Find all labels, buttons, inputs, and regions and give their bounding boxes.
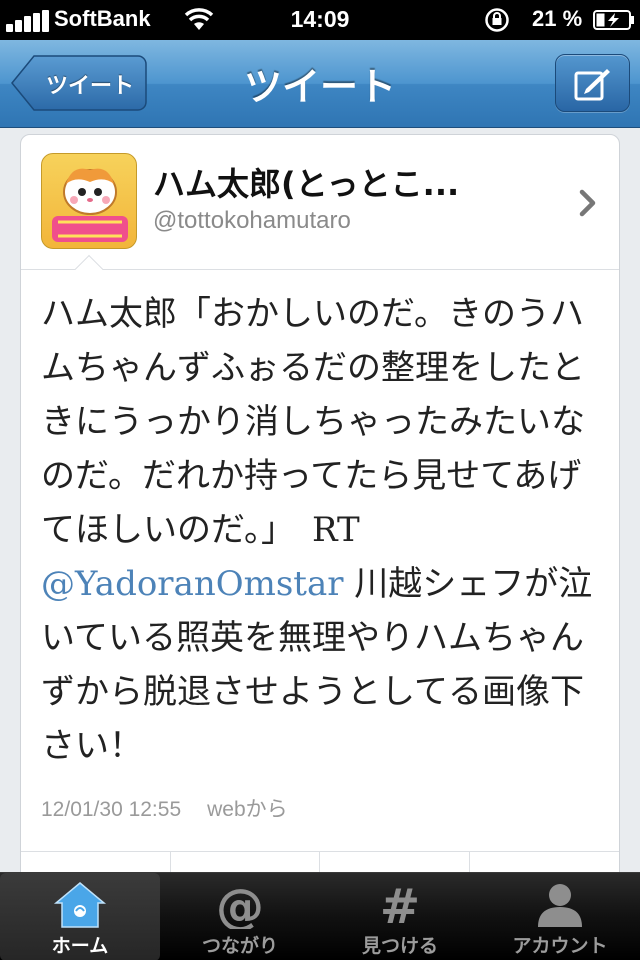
home-icon: [53, 882, 107, 928]
username[interactable]: @tottokohamutaro: [153, 207, 351, 235]
tweet-meta: 12/01/30 12:55 webから: [41, 793, 288, 823]
orientation-lock-icon: [485, 8, 509, 32]
tab-discover[interactable]: # 見つける: [320, 873, 480, 960]
tab-discover-label: 見つける: [361, 935, 438, 957]
speech-notch: [74, 254, 104, 284]
retweet-marker: RT: [311, 510, 360, 550]
tweet-card: ハム太郎(とっとこ... @tottokohamutaro ハム太郎「おかしいの…: [20, 134, 620, 896]
svg-text:@: @: [216, 881, 264, 929]
chevron-right-icon[interactable]: [577, 189, 599, 217]
hash-icon: #: [380, 881, 420, 929]
battery-percent: 21 %: [532, 6, 583, 31]
tweet-timestamp: 12/01/30 12:55: [41, 798, 182, 821]
navigation-bar: ツイート ツイート: [0, 40, 640, 128]
tweet-source[interactable]: webから: [207, 798, 288, 821]
tab-home-label: ホーム: [51, 935, 109, 957]
compose-icon: [574, 69, 610, 101]
tab-account-label: アカウント: [512, 935, 608, 957]
status-bar: SoftBank 14:09 21 %: [0, 0, 640, 40]
back-button-label: ツイート: [45, 74, 134, 99]
compose-button[interactable]: [555, 54, 630, 112]
divider: [21, 269, 619, 270]
hamtaro-avatar-image: [52, 168, 128, 242]
svg-text:#: #: [380, 881, 420, 929]
mention-link[interactable]: @YadoranOmstar: [41, 564, 343, 604]
person-icon: [538, 884, 582, 927]
tab-connect[interactable]: @ つながり: [160, 873, 320, 960]
tab-home[interactable]: ホーム: [0, 873, 160, 960]
at-icon: @: [216, 881, 264, 929]
back-button[interactable]: ツイート: [10, 54, 148, 112]
nav-title: ツイート: [243, 65, 396, 109]
display-name[interactable]: ハム太郎(とっとこ...: [153, 159, 459, 205]
tweet-text: ハム太郎「おかしいのだ。きのうハムちゃんずふぉるだの整理をしたときにうっかり消し…: [41, 287, 607, 773]
tab-bar: ホーム @ つながり # 見つける アカウント: [0, 872, 640, 960]
tab-account[interactable]: アカウント: [480, 873, 640, 960]
tab-connect-label: つながり: [201, 935, 278, 957]
avatar[interactable]: [41, 153, 137, 249]
battery-icon: [593, 10, 634, 30]
